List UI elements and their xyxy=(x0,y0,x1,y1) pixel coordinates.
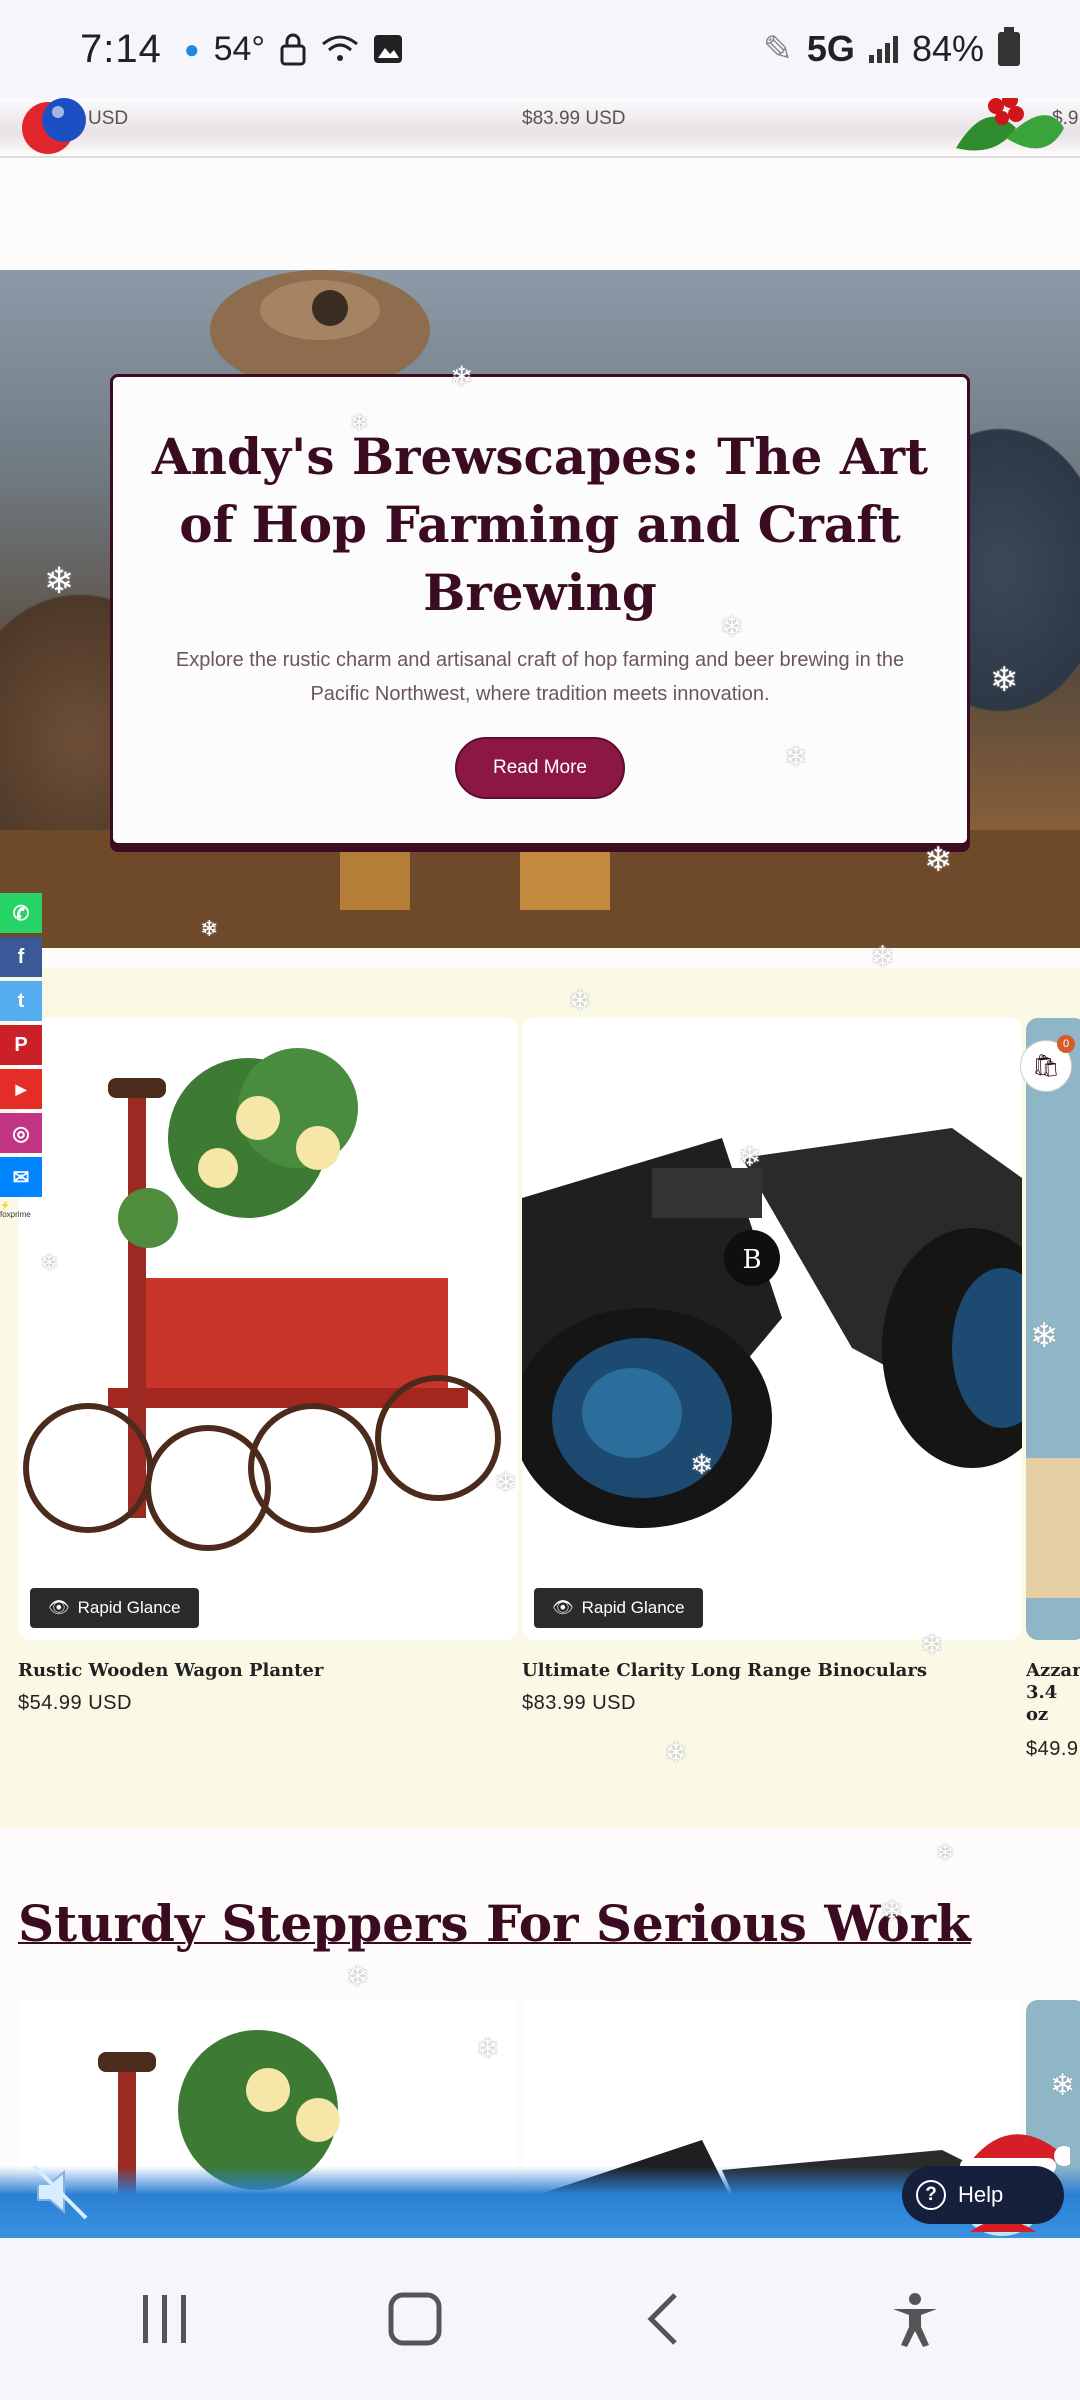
twitter-icon[interactable]: t xyxy=(0,981,42,1021)
svg-text:B: B xyxy=(742,1245,761,1275)
product-name[interactable]: Rustic Wooden Wagon Planter xyxy=(18,1660,323,1681)
rapid-glance-button[interactable]: 👁 Rapid Glance xyxy=(534,1588,703,1628)
social-share-bar: ✆ f t P ▶ ◎ ✉ ⚡ foxprime xyxy=(0,893,42,1219)
status-bar: 7:14 ● 54° ✎ 5G 84% xyxy=(0,0,1080,98)
pinterest-icon[interactable]: P xyxy=(0,1025,42,1065)
hero-title: Andy's Brewscapes: The Art of Hop Farmin… xyxy=(151,427,929,622)
battery-percent: 84% xyxy=(911,28,984,69)
product-price: $49.9 xyxy=(1026,1738,1079,1760)
product-name[interactable]: Azzarc 3.4 oz xyxy=(1026,1660,1080,1726)
home-icon xyxy=(388,2292,442,2346)
product-price: $83.99 USD xyxy=(522,1692,636,1714)
product-name[interactable]: Ultimate Clarity Long Range Binoculars xyxy=(522,1660,927,1681)
product-card[interactable]: B 👁 Rapid Glance xyxy=(522,1018,1022,1640)
accessibility-button[interactable] xyxy=(875,2279,955,2359)
product-card-partial[interactable] xyxy=(1026,1018,1080,1640)
rapid-glance-button[interactable]: 👁 Rapid Glance xyxy=(30,1588,199,1628)
home-button[interactable] xyxy=(375,2279,455,2359)
back-button[interactable] xyxy=(625,2279,705,2359)
pen-icon: ✎ xyxy=(762,28,793,69)
battery-icon xyxy=(998,27,1020,66)
signal-icon xyxy=(868,35,898,63)
back-icon xyxy=(647,2293,677,2345)
product-carousel: 👁 Rapid Glance B 👁 Rapid Glance 🛍 0 Rust xyxy=(0,968,1080,1828)
mute-icon[interactable] xyxy=(28,2160,92,2224)
previous-products-strip: USD $83.99 USD $.9 xyxy=(0,98,1080,270)
prev-price-left: USD xyxy=(88,108,129,129)
status-temperature: 54° xyxy=(213,29,265,68)
system-nav-bar xyxy=(0,2238,1080,2400)
product-card[interactable]: 👁 Rapid Glance xyxy=(18,1018,518,1640)
section-title[interactable]: Sturdy Steppers For Serious Work xyxy=(18,1894,971,1953)
recent-apps-button[interactable] xyxy=(125,2279,205,2359)
read-more-button[interactable]: Read More xyxy=(455,737,625,799)
status-time: 7:14 xyxy=(80,26,162,71)
whatsapp-icon[interactable]: ✆ xyxy=(0,893,42,933)
shopping-bag-icon: 🛍 xyxy=(1032,1053,1060,1078)
hero-card: Andy's Brewscapes: The Art of Hop Farmin… xyxy=(110,374,970,846)
youtube-icon[interactable]: ▶ xyxy=(0,1069,42,1109)
question-icon: ? xyxy=(916,2180,946,2210)
hero-banner: Andy's Brewscapes: The Art of Hop Farmin… xyxy=(0,270,1080,948)
product-price: $54.99 USD xyxy=(18,1692,132,1714)
help-button[interactable]: ? Help xyxy=(902,2166,1064,2224)
ornament-icon xyxy=(22,98,86,154)
cart-count-badge: 0 xyxy=(1057,1035,1075,1053)
social-footer-label: ⚡ foxprime xyxy=(0,1201,31,1219)
instagram-icon[interactable]: ◎ xyxy=(0,1113,42,1153)
accessibility-icon xyxy=(893,2293,937,2347)
prev-price-mid: $83.99 USD xyxy=(522,108,626,129)
cart-button[interactable]: 🛍 0 xyxy=(1020,1035,1075,1092)
image-icon xyxy=(374,35,402,63)
holly-icon xyxy=(956,92,1064,151)
network-type: 5G xyxy=(806,28,855,69)
wifi-icon xyxy=(322,35,358,61)
status-right-icons: ✎ 5G 84% xyxy=(762,27,1020,70)
rapid-glance-label: Rapid Glance xyxy=(581,1598,685,1617)
recent-apps-icon xyxy=(143,2295,186,2343)
help-label: Help xyxy=(958,2182,1004,2207)
eye-icon: 👁 xyxy=(48,1598,70,1617)
eye-icon: 👁 xyxy=(552,1598,574,1617)
product-image-binoculars: B xyxy=(522,1018,1022,1640)
weather-icon: ● xyxy=(183,33,200,64)
status-left-icons: ● 54° xyxy=(184,30,403,69)
hero-description: Explore the rustic charm and artisanal c… xyxy=(175,649,905,705)
messenger-icon[interactable]: ✉ xyxy=(0,1157,42,1197)
lock-icon xyxy=(280,33,306,66)
product-image-partial xyxy=(1026,1458,1080,1598)
rapid-glance-label: Rapid Glance xyxy=(77,1598,181,1617)
facebook-icon[interactable]: f xyxy=(0,937,42,977)
product-image-wagon-planter xyxy=(18,1018,518,1640)
